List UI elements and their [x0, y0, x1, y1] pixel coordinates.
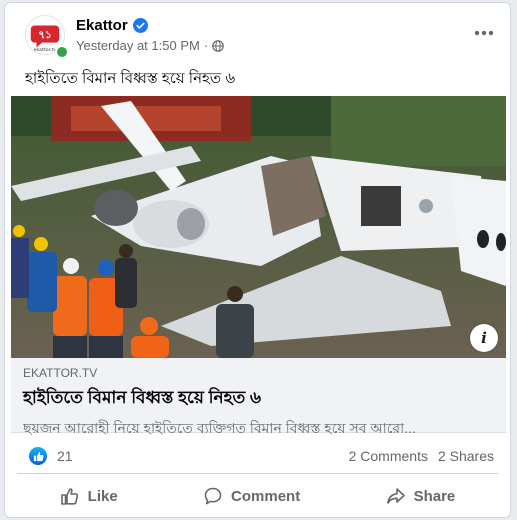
link-preview-image[interactable]: i: [11, 96, 506, 358]
share-button[interactable]: Share: [366, 480, 476, 512]
meta-separator: ·: [203, 38, 209, 53]
share-label: Share: [413, 487, 456, 505]
post-card: ৭১ ekattor.tv Ekattor Yesterday at 1:50 …: [4, 2, 511, 518]
online-status-dot: [55, 45, 69, 59]
post-text: হাইতিতে বিমান বিধ্বস্ত হয়ে নিহত ৬: [25, 70, 236, 87]
engagement-counts: 2 Comments 2 Shares: [349, 448, 494, 464]
like-icon: [60, 488, 78, 505]
post-meta: Yesterday at 1:50 PM ·: [76, 38, 224, 53]
reaction-count[interactable]: 21: [57, 448, 73, 464]
shares-count[interactable]: 2 Shares: [438, 448, 494, 464]
info-icon[interactable]: i: [470, 324, 498, 352]
post-actions: Like Comment Share: [17, 477, 498, 515]
page-name[interactable]: Ekattor: [76, 17, 128, 34]
verified-icon: [133, 18, 148, 33]
more-icon: [474, 30, 494, 36]
like-button[interactable]: Like: [40, 480, 138, 512]
post-timestamp[interactable]: Yesterday at 1:50 PM: [76, 38, 200, 53]
comment-icon: [204, 487, 222, 505]
link-title[interactable]: হাইতিতে বিমান বিধ্বস্ত হয়ে নিহত ৬: [23, 385, 494, 413]
svg-text:৭১: ৭১: [38, 29, 52, 41]
link-preview-info[interactable]: EKATTOR.TV হাইতিতে বিমান বিধ্বস্ত হয়ে ন…: [11, 358, 506, 436]
actions-divider: [17, 473, 498, 474]
more-options-button[interactable]: [472, 21, 496, 45]
like-reaction-icon[interactable]: [29, 447, 47, 465]
share-icon: [386, 488, 405, 504]
logo-text: ekattor.tv: [34, 47, 57, 53]
like-label: Like: [87, 487, 118, 505]
post-header: ৭১ ekattor.tv Ekattor Yesterday at 1:50 …: [5, 3, 510, 61]
thumbs-up-icon: [33, 451, 43, 461]
reactions-row: 21 2 Comments 2 Shares: [5, 437, 510, 473]
comments-count[interactable]: 2 Comments: [349, 448, 428, 464]
comment-button[interactable]: Comment: [183, 480, 320, 512]
globe-icon: [212, 39, 224, 52]
link-domain: EKATTOR.TV: [23, 366, 98, 380]
comment-label: Comment: [231, 487, 301, 505]
plane-crash-photo: [11, 96, 506, 358]
